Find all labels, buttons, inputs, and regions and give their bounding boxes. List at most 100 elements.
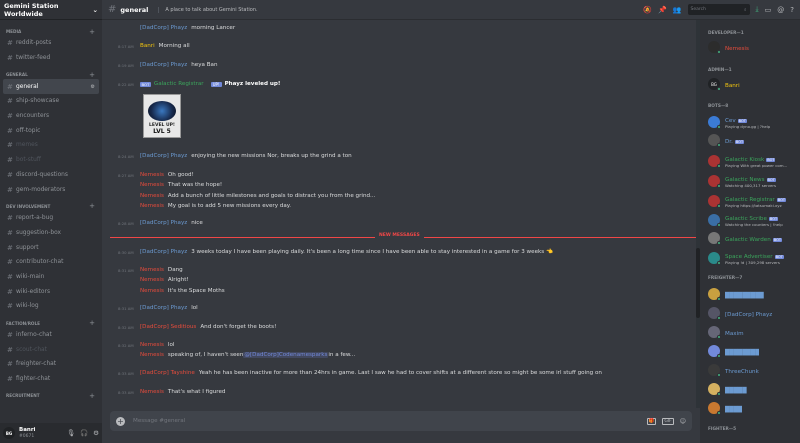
channel-report-a-bug[interactable]: # report-a-bug (3, 211, 99, 226)
channel-memes[interactable]: # memes (3, 138, 99, 153)
author[interactable]: Nemesis (140, 277, 164, 283)
author[interactable]: [DadCorp] Tayshine (140, 370, 195, 376)
download-icon[interactable]: ⤓ (756, 5, 759, 14)
channel-twitter-feed[interactable]: # twitter-feed (3, 51, 99, 66)
author[interactable]: Nemesis (140, 288, 164, 294)
user-mention[interactable]: @[DadCorp]Codenamesparks (243, 352, 329, 358)
hash-icon: # (108, 4, 117, 15)
author[interactable]: [DadCorp] Phayz (140, 249, 187, 255)
member-item[interactable]: BG Banri (708, 78, 800, 91)
category-recruitment[interactable]: RECRUITMENT + (0, 391, 102, 400)
gear-icon[interactable]: ⚙ (91, 84, 95, 90)
author[interactable]: Banri (140, 43, 155, 49)
add-channel-icon[interactable]: + (89, 28, 95, 36)
member-item[interactable]: ████ (708, 402, 800, 415)
gift-icon[interactable]: 🎁 (646, 417, 657, 425)
server-header[interactable]: Gemini Station Worldwide ⌄ (0, 0, 102, 20)
channel-ship-showcase[interactable]: # ship-showcase (3, 94, 99, 109)
author[interactable]: Nemesis (140, 172, 164, 178)
channel-inferno-chat[interactable]: # inferno-chat (3, 328, 99, 343)
channel-freighter-chat[interactable]: # freighter-chat (3, 357, 99, 372)
author[interactable]: [DadCorp] Phayz (140, 220, 187, 226)
gear-icon[interactable]: ⚙ (93, 429, 99, 437)
channel-suggestion-box[interactable]: # suggestion-box (3, 226, 99, 241)
member-item[interactable]: Galactic Warden BOT (708, 232, 800, 245)
channel-support[interactable]: # support (3, 240, 99, 255)
author[interactable]: Galactic Registrar (154, 81, 204, 87)
member-item[interactable]: Nemesis (708, 41, 800, 54)
member-list-icon[interactable]: 👥 (673, 6, 682, 14)
help-icon[interactable]: ? (790, 6, 794, 14)
member-item[interactable]: █████ (708, 383, 800, 396)
channel-scout-chat[interactable]: # scout-chat (3, 342, 99, 357)
category-general[interactable]: GENERAL + (0, 70, 102, 79)
emoji-icon[interactable]: ☺ (680, 418, 686, 425)
author[interactable]: Nemesis (140, 182, 164, 188)
headphones-icon[interactable]: 🎧 (80, 429, 88, 437)
level-up-image[interactable]: LEVEL UP! LVL 5 (143, 94, 181, 138)
channel-wiki-main[interactable]: # wiki-main (3, 270, 99, 285)
member-item[interactable]: █████████ (708, 288, 800, 301)
member-item[interactable]: Galactic Kiosk BOT Playing With great powe… (708, 153, 800, 169)
author[interactable]: Nemesis (140, 193, 164, 199)
search-icon: ⌕ (744, 7, 747, 13)
gif-button[interactable]: GIF (662, 417, 674, 425)
add-channel-icon[interactable]: + (89, 71, 95, 79)
channel-discord-questions[interactable]: # discord-questions (3, 168, 99, 183)
mention-icon[interactable]: @ (777, 6, 784, 14)
author[interactable]: [DadCorp] Phayz (140, 25, 187, 31)
channel-encounters[interactable]: # encounters (3, 109, 99, 124)
channel-wiki-editors[interactable]: # wiki-editors (3, 284, 99, 299)
discord-app: Gemini Station Worldwide ⌄ MEDIA + # reddi… (0, 0, 800, 443)
avatar: BG (708, 78, 721, 91)
add-attachment-button[interactable]: + (116, 416, 125, 426)
channel-wiki-log[interactable]: # wiki-log (3, 299, 99, 314)
add-channel-icon[interactable]: + (89, 392, 95, 400)
author[interactable]: Nemesis (140, 389, 164, 395)
channel-reddit-posts[interactable]: # reddit-posts (3, 36, 99, 51)
microphone-icon[interactable]: 🎙 (67, 429, 75, 437)
category-dev-involvement[interactable]: DEV INVOLVEMENT + (0, 202, 102, 211)
add-channel-icon[interactable]: + (89, 319, 95, 327)
channel-gem-moderators[interactable]: # gem-moderators (3, 182, 99, 197)
avatar[interactable]: BG (3, 427, 15, 439)
author[interactable]: Nemesis (140, 267, 164, 273)
member-item[interactable]: [DadCorp] Phayz (708, 307, 800, 320)
channel-off-topic[interactable]: # off-topic (3, 123, 99, 138)
message-composer[interactable]: + Message #general 🎁 GIF ☺ (110, 411, 692, 431)
author[interactable]: [DadCorp] Phayz (140, 153, 187, 159)
message: Nemesis speaking of, I haven't seen @[Dad… (118, 352, 690, 358)
author[interactable]: [DadCorp] Phayz (140, 62, 187, 68)
search-input[interactable]: Search ⌕ (687, 4, 750, 15)
hash-icon: # (7, 375, 13, 384)
message-input[interactable]: Message #general (133, 418, 185, 424)
member-item[interactable]: Galactic Scribe BOT Watching the counters … (708, 212, 800, 228)
channel-contributor-chat[interactable]: # contributor-chat (3, 255, 99, 270)
member-item[interactable]: Galactic Registrar BOT Playing https://tat… (708, 193, 800, 209)
channel-label: freighter-chat (16, 361, 57, 368)
add-channel-icon[interactable]: + (89, 202, 95, 210)
member-item[interactable]: Cev BOT Playing dyno.gg | ?help (708, 114, 800, 130)
member-item[interactable]: Galactic News BOT Watching 400,317 servers (708, 173, 800, 189)
member-item[interactable]: ThreeChunk (708, 364, 800, 377)
author[interactable]: Nemesis (140, 203, 164, 209)
author[interactable]: Nemesis (140, 352, 164, 358)
channel-fighter-chat[interactable]: # fighter-chat (3, 372, 99, 387)
inbox-icon[interactable]: ▭ (765, 6, 772, 14)
member-item[interactable]: Dr. BOT (708, 134, 800, 147)
member-item[interactable]: ████████ (708, 345, 800, 358)
author[interactable]: Nemesis (140, 342, 164, 348)
member-item[interactable]: Space Advertiser BOT Playing !d | 309,298 … (708, 250, 800, 266)
chevron-down-icon[interactable]: ⌄ (93, 6, 98, 14)
category-faction-role[interactable]: FACTION/ROLE + (0, 319, 102, 328)
member-activity: Playing !d | 309,298 servers (725, 260, 780, 265)
author[interactable]: [DadCorp] Seditious (140, 324, 196, 330)
author[interactable]: [DadCorp] Phayz (140, 305, 187, 311)
pin-icon[interactable]: 📌 (658, 6, 667, 14)
channel-bot-stuff[interactable]: # bot-stuff (3, 153, 99, 168)
message-text: lol (191, 305, 198, 311)
member-item[interactable]: Maxim (708, 326, 800, 339)
category-media[interactable]: MEDIA + (0, 27, 102, 36)
channel-general[interactable]: # general ⚙ (3, 79, 99, 95)
mute-bell-icon[interactable]: 🔕 (643, 6, 652, 14)
